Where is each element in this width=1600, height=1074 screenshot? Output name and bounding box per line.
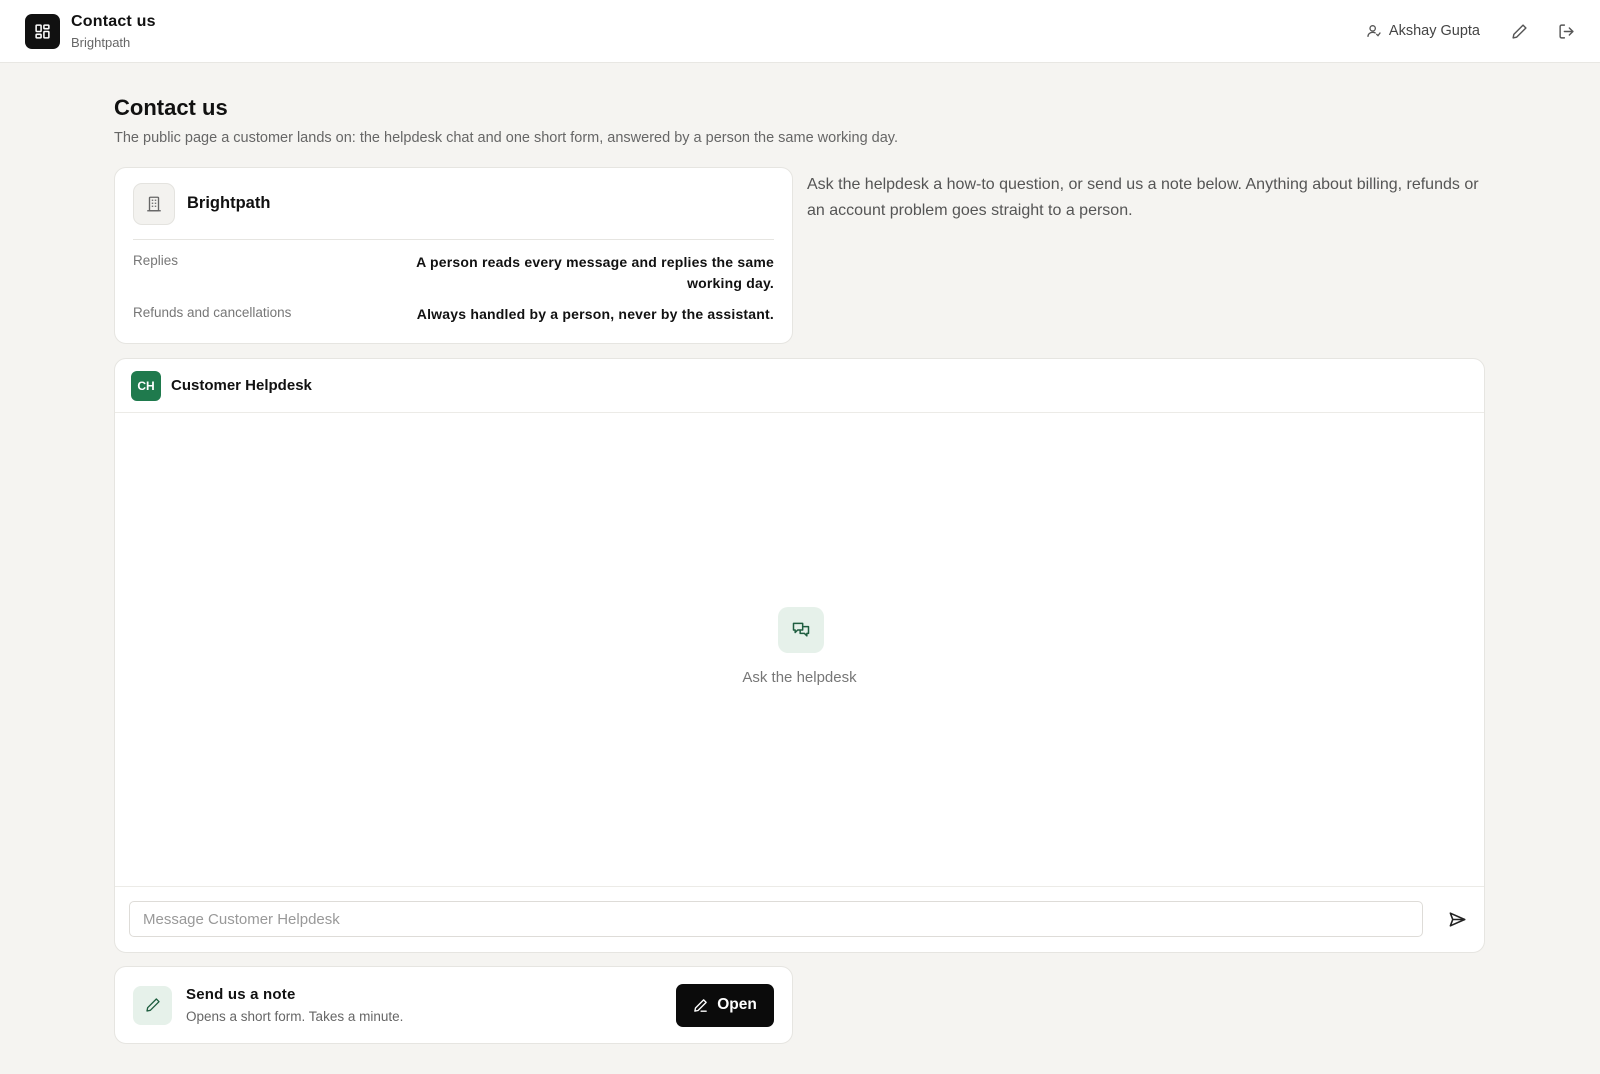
info-value: A person reads every message and replies…: [416, 254, 774, 291]
chat-title: Customer Helpdesk: [171, 377, 312, 394]
note-subtitle: Opens a short form. Takes a minute.: [186, 1009, 404, 1024]
page-title: Contact us: [114, 95, 228, 120]
top-bar: Contact us Brightpath Akshay Gupta: [0, 0, 1600, 63]
open-button-label: Open: [717, 996, 757, 1013]
chat-messages[interactable]: Ask the helpdesk: [115, 413, 1484, 887]
chat-header: CH Customer Helpdesk: [115, 359, 1484, 413]
empty-state-label: Ask the helpdesk: [742, 669, 857, 686]
info-row-replies: Replies A person reads every message and…: [133, 252, 774, 294]
app-subtitle: Brightpath: [71, 34, 131, 50]
brand-header: Brightpath: [133, 168, 774, 240]
info-label: Replies: [133, 253, 179, 268]
helpdesk-avatar: CH: [131, 370, 161, 401]
note-texts: Send us a note Opens a short form. Takes…: [186, 986, 403, 1024]
chat-composer: [115, 887, 1484, 952]
user-menu[interactable]: Akshay Gupta: [1366, 23, 1480, 39]
pencil-icon: [1512, 23, 1527, 39]
grid-icon[interactable]: [25, 13, 60, 49]
building-icon: [133, 182, 175, 225]
app-title: Contact us: [71, 12, 156, 30]
logout-icon: [1559, 23, 1574, 39]
pencil-icon: [133, 985, 172, 1025]
edit-button[interactable]: [1511, 23, 1528, 40]
send-note-card: Send us a note Opens a short form. Takes…: [114, 966, 793, 1044]
open-note-button[interactable]: Open: [676, 983, 774, 1027]
send-icon: [1449, 911, 1465, 927]
app-titles: Contact us Brightpath: [71, 13, 156, 50]
chat-bubbles-icon: [778, 607, 824, 653]
info-label: Refunds and cancellations: [133, 305, 292, 320]
note-title: Send us a note: [186, 986, 296, 1003]
topbar-actions: Akshay Gupta: [1366, 23, 1575, 40]
message-input[interactable]: [129, 901, 1423, 937]
logout-button[interactable]: [1558, 23, 1575, 40]
brand-name: Brightpath: [187, 194, 271, 212]
send-button[interactable]: [1445, 907, 1469, 931]
brand-card: Brightpath Replies A person reads every …: [114, 167, 793, 344]
intro-text: Ask the helpdesk a how-to question, or s…: [807, 176, 1479, 219]
user-icon: [1367, 25, 1381, 37]
info-row-refunds: Refunds and cancellations Always handled…: [133, 304, 774, 325]
pencil-icon: [694, 998, 707, 1012]
page-description: The public page a customer lands on: the…: [114, 130, 898, 146]
user-name: Akshay Gupta: [1388, 23, 1480, 39]
info-value: Always handled by a person, never by the…: [416, 306, 774, 322]
helpdesk-chat: CH Customer Helpdesk Ask the helpdesk: [114, 358, 1485, 953]
